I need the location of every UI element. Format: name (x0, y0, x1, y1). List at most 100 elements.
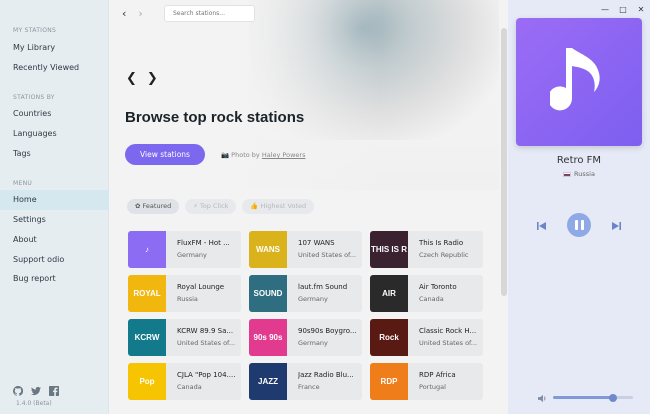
station-name: 90s90s Boygro... (298, 327, 357, 335)
speaker-icon[interactable] (538, 388, 547, 407)
russia-flag-icon (563, 171, 572, 177)
station-logo: ROYAL (128, 275, 166, 312)
station-card[interactable]: Rock Classic Rock H... United States of.… (370, 319, 483, 356)
now-playing-country-label: Russia (574, 170, 595, 178)
station-card[interactable]: WANS 107 WANS United States of... (249, 231, 362, 268)
sidebar-item-about[interactable]: About (0, 230, 109, 250)
sidebar-item-countries[interactable]: Countries (0, 104, 109, 124)
sidebar-item-recently-viewed[interactable]: Recently Viewed (0, 58, 109, 78)
view-stations-button[interactable]: View stations (125, 144, 205, 165)
carousel-prev-icon[interactable]: ❮ (126, 71, 137, 86)
filter-top-click[interactable]: ⚡ Top Click (185, 199, 237, 214)
player-panel: — □ ✕ Retro FM Russia (508, 0, 650, 414)
sidebar-item-languages[interactable]: Languages (0, 124, 109, 144)
filter-highest-voted-label: Highest Voted (260, 202, 307, 210)
bolt-icon: ⚡ (193, 202, 198, 210)
sidebar-item-settings[interactable]: Settings (0, 210, 109, 230)
station-card[interactable]: 90s 90s 90s90s Boygro... Germany (249, 319, 362, 356)
filter-highest-voted[interactable]: 👍 Highest Voted (242, 199, 315, 214)
station-name: Air Toronto (419, 283, 457, 291)
window-controls: — □ ✕ (596, 3, 650, 15)
station-card[interactable]: RDP RDP Africa Portugal (370, 363, 483, 400)
photo-credit-prefix: Photo by (231, 151, 260, 159)
filter-featured-label: Featured (142, 202, 172, 210)
music-note-icon (550, 48, 600, 111)
filter-chips: ✿ Featured ⚡ Top Click 👍 Highest Voted (127, 199, 315, 214)
version-label: 1.4.0 (Beta) (16, 400, 52, 407)
station-name: FluxFM - Hot ... (177, 239, 230, 247)
station-country: Canada (177, 383, 202, 391)
github-icon[interactable] (12, 381, 24, 396)
station-logo: RDP (370, 363, 408, 400)
station-name: KCRW 89.9 Sa... (177, 327, 234, 335)
station-card[interactable]: KCRW KCRW 89.9 Sa... United States of... (128, 319, 241, 356)
forward-arrow-icon[interactable]: › (138, 7, 142, 20)
station-card[interactable]: THIS IS R This Is Radio Czech Republic (370, 231, 483, 268)
station-card[interactable]: JAZZ Jazz Radio Blu... France (249, 363, 362, 400)
volume-fill (553, 396, 613, 399)
sidebar-item-bug-report[interactable]: Bug report (0, 269, 109, 289)
station-country: United States of... (298, 251, 357, 259)
twitter-icon[interactable] (31, 381, 41, 396)
facebook-icon[interactable] (49, 381, 59, 396)
station-country: Germany (177, 251, 207, 259)
section-stations-by: STATIONS BY (13, 94, 55, 101)
filter-top-click-label: Top Click (199, 202, 229, 210)
playback-controls (508, 213, 650, 237)
close-icon[interactable]: ✕ (632, 3, 650, 15)
hero-carousel-nav: ❮ ❯ (126, 71, 158, 86)
station-card[interactable]: Pop CJLA "Pop 104.... Canada (128, 363, 241, 400)
station-name: This Is Radio (419, 239, 464, 247)
now-playing-artwork (516, 18, 642, 146)
station-country: Canada (419, 295, 444, 303)
previous-icon[interactable] (537, 216, 547, 235)
station-logo: JAZZ (249, 363, 287, 400)
search-input[interactable] (164, 5, 255, 22)
hero-title: Browse top rock stations (125, 109, 305, 126)
volume-control (538, 388, 633, 407)
sidebar-item-support[interactable]: Support odio (0, 250, 109, 270)
back-arrow-icon[interactable]: ‹ (122, 7, 126, 20)
social-links (12, 381, 59, 396)
station-name: RDP Africa (419, 371, 456, 379)
section-my-stations: MY STATIONS (13, 27, 57, 34)
filter-featured[interactable]: ✿ Featured (127, 199, 180, 214)
sidebar-item-my-library[interactable]: My Library (0, 38, 109, 58)
now-playing-country: Russia (508, 170, 650, 178)
station-country: United States of... (177, 339, 236, 347)
section-menu: MENU (13, 180, 33, 187)
pause-button[interactable] (567, 213, 591, 237)
station-country: Czech Republic (419, 251, 469, 259)
station-card[interactable]: ROYAL Royal Lounge Russia (128, 275, 241, 312)
maximize-icon[interactable]: □ (614, 3, 632, 15)
volume-knob[interactable] (609, 393, 617, 402)
pause-icon-bar (580, 220, 584, 230)
station-name: 107 WANS (298, 239, 335, 247)
sidebar-item-home[interactable]: Home (0, 190, 109, 210)
scrollbar[interactable] (501, 28, 507, 296)
station-country: Russia (177, 295, 198, 303)
sidebar: MY STATIONS My Library Recently Viewed S… (0, 0, 109, 414)
station-name: Jazz Radio Blu... (298, 371, 354, 379)
sidebar-item-tags[interactable]: Tags (0, 144, 109, 164)
station-name: Classic Rock H... (419, 327, 477, 335)
main-content: ‹ › ❮ ❯ Browse top rock stations View st… (109, 0, 508, 414)
station-logo: THIS IS R (370, 231, 408, 268)
minimize-icon[interactable]: — (596, 3, 614, 15)
station-card[interactable]: SOUND laut.fm Sound Germany (249, 275, 362, 312)
station-card[interactable]: ♪ FluxFM - Hot ... Germany (128, 231, 241, 268)
volume-slider[interactable] (553, 393, 633, 402)
station-country: Germany (298, 295, 328, 303)
station-logo: WANS (249, 231, 287, 268)
history-nav: ‹ › (122, 7, 143, 20)
station-logo: Pop (128, 363, 166, 400)
carousel-next-icon[interactable]: ❯ (147, 71, 158, 86)
station-name: Royal Lounge (177, 283, 225, 291)
pause-icon-bar (574, 220, 578, 230)
next-icon[interactable] (611, 216, 621, 235)
station-card[interactable]: AIR Air Toronto Canada (370, 275, 483, 312)
photo-author-link[interactable]: Haley Powers (262, 151, 306, 159)
station-country: France (298, 383, 320, 391)
station-logo: KCRW (128, 319, 166, 356)
station-country: Germany (298, 339, 328, 347)
